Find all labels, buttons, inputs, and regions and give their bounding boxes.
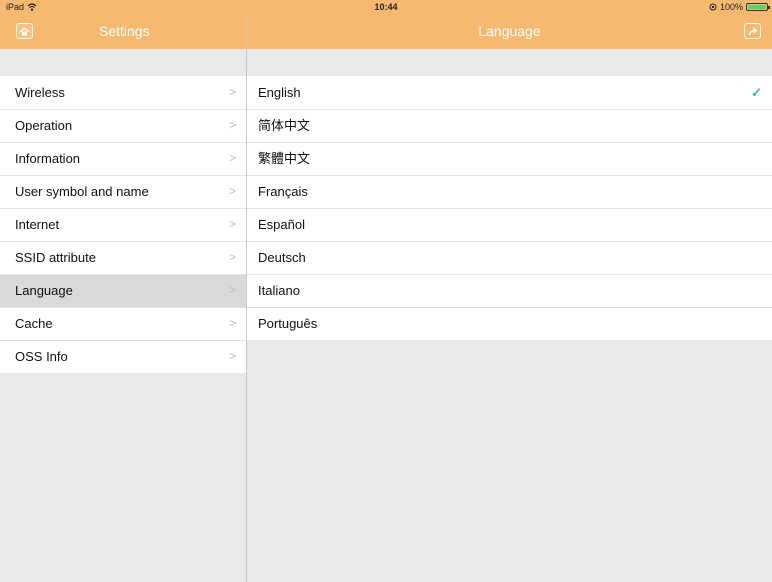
language-option-german[interactable]: Deutsch: [247, 241, 772, 274]
sidebar-item-information[interactable]: Information >: [0, 142, 246, 175]
language-option-portuguese[interactable]: Português: [247, 307, 772, 340]
language-option-french[interactable]: Français: [247, 175, 772, 208]
language-option-english[interactable]: English ✓: [247, 76, 772, 109]
language-option-simplified-chinese[interactable]: 简体中文: [247, 109, 772, 142]
sidebar-item-label: Operation: [15, 118, 73, 133]
language-label: Français: [258, 184, 308, 199]
sidebar-item-language[interactable]: Language >: [0, 274, 246, 307]
checkmark-icon: ✓: [751, 85, 762, 100]
sidebar-item-user-symbol-and-name[interactable]: User symbol and name >: [0, 175, 246, 208]
chevron-right-icon: >: [228, 118, 236, 132]
language-option-spanish[interactable]: Español: [247, 208, 772, 241]
language-option-traditional-chinese[interactable]: 繁體中文: [247, 142, 772, 175]
battery-icon: [746, 3, 770, 11]
chevron-right-icon: >: [228, 85, 236, 99]
sidebar-item-label: Wireless: [15, 85, 65, 100]
chevron-right-icon: >: [228, 316, 236, 330]
share-icon: [748, 26, 758, 35]
chevron-right-icon: >: [228, 250, 236, 264]
sidebar-item-label: SSID attribute: [15, 250, 96, 265]
detail-title: Language: [478, 23, 541, 39]
sidebar-title: Settings: [99, 23, 150, 39]
sidebar-item-oss-info[interactable]: OSS Info >: [0, 340, 246, 373]
sidebar-item-label: Internet: [15, 217, 60, 232]
sidebar-item-label: OSS Info: [15, 349, 68, 364]
sidebar-item-label: Cache: [15, 316, 53, 331]
language-option-italian[interactable]: Italiano: [247, 274, 772, 307]
sidebar-spacer: [0, 49, 246, 76]
sidebar: Wireless > Operation > Information > Use…: [0, 49, 246, 373]
chevron-right-icon: >: [228, 217, 236, 231]
sidebar-item-label: Information: [15, 151, 81, 166]
language-label: Português: [258, 316, 318, 331]
language-label: 繁體中文: [258, 151, 311, 166]
battery-percent: 100%: [719, 2, 743, 12]
share-button[interactable]: [744, 23, 761, 39]
chevron-right-icon: >: [228, 283, 236, 297]
sidebar-header: Settings: [0, 14, 246, 49]
chevron-right-icon: >: [228, 151, 236, 165]
language-label: 简体中文: [258, 118, 311, 133]
sidebar-item-internet[interactable]: Internet >: [0, 208, 246, 241]
language-panel: English ✓ 简体中文 繁體中文 Français Español Deu…: [247, 49, 772, 340]
sidebar-list: Wireless > Operation > Information > Use…: [0, 76, 246, 373]
sidebar-item-wireless[interactable]: Wireless >: [0, 76, 246, 109]
sidebar-item-ssid-attribute[interactable]: SSID attribute >: [0, 241, 246, 274]
status-right: 100%: [709, 2, 770, 12]
chevron-right-icon: >: [228, 184, 236, 198]
language-label: Español: [258, 217, 305, 232]
language-spacer: [247, 49, 772, 76]
orientation-lock-icon: [709, 3, 717, 11]
detail-header: Language: [247, 14, 772, 49]
language-list: English ✓ 简体中文 繁體中文 Français Español Deu…: [247, 76, 772, 340]
language-label: Italiano: [258, 283, 300, 298]
sidebar-item-label: Language: [15, 283, 73, 298]
sidebar-item-operation[interactable]: Operation >: [0, 109, 246, 142]
status-bar: iPad 10:44 100%: [0, 0, 772, 14]
chevron-right-icon: >: [228, 349, 236, 363]
status-time: 10:44: [374, 2, 398, 12]
language-label: Deutsch: [258, 250, 306, 265]
sidebar-item-cache[interactable]: Cache >: [0, 307, 246, 340]
language-label: English: [258, 85, 301, 100]
sidebar-item-label: User symbol and name: [15, 184, 149, 199]
